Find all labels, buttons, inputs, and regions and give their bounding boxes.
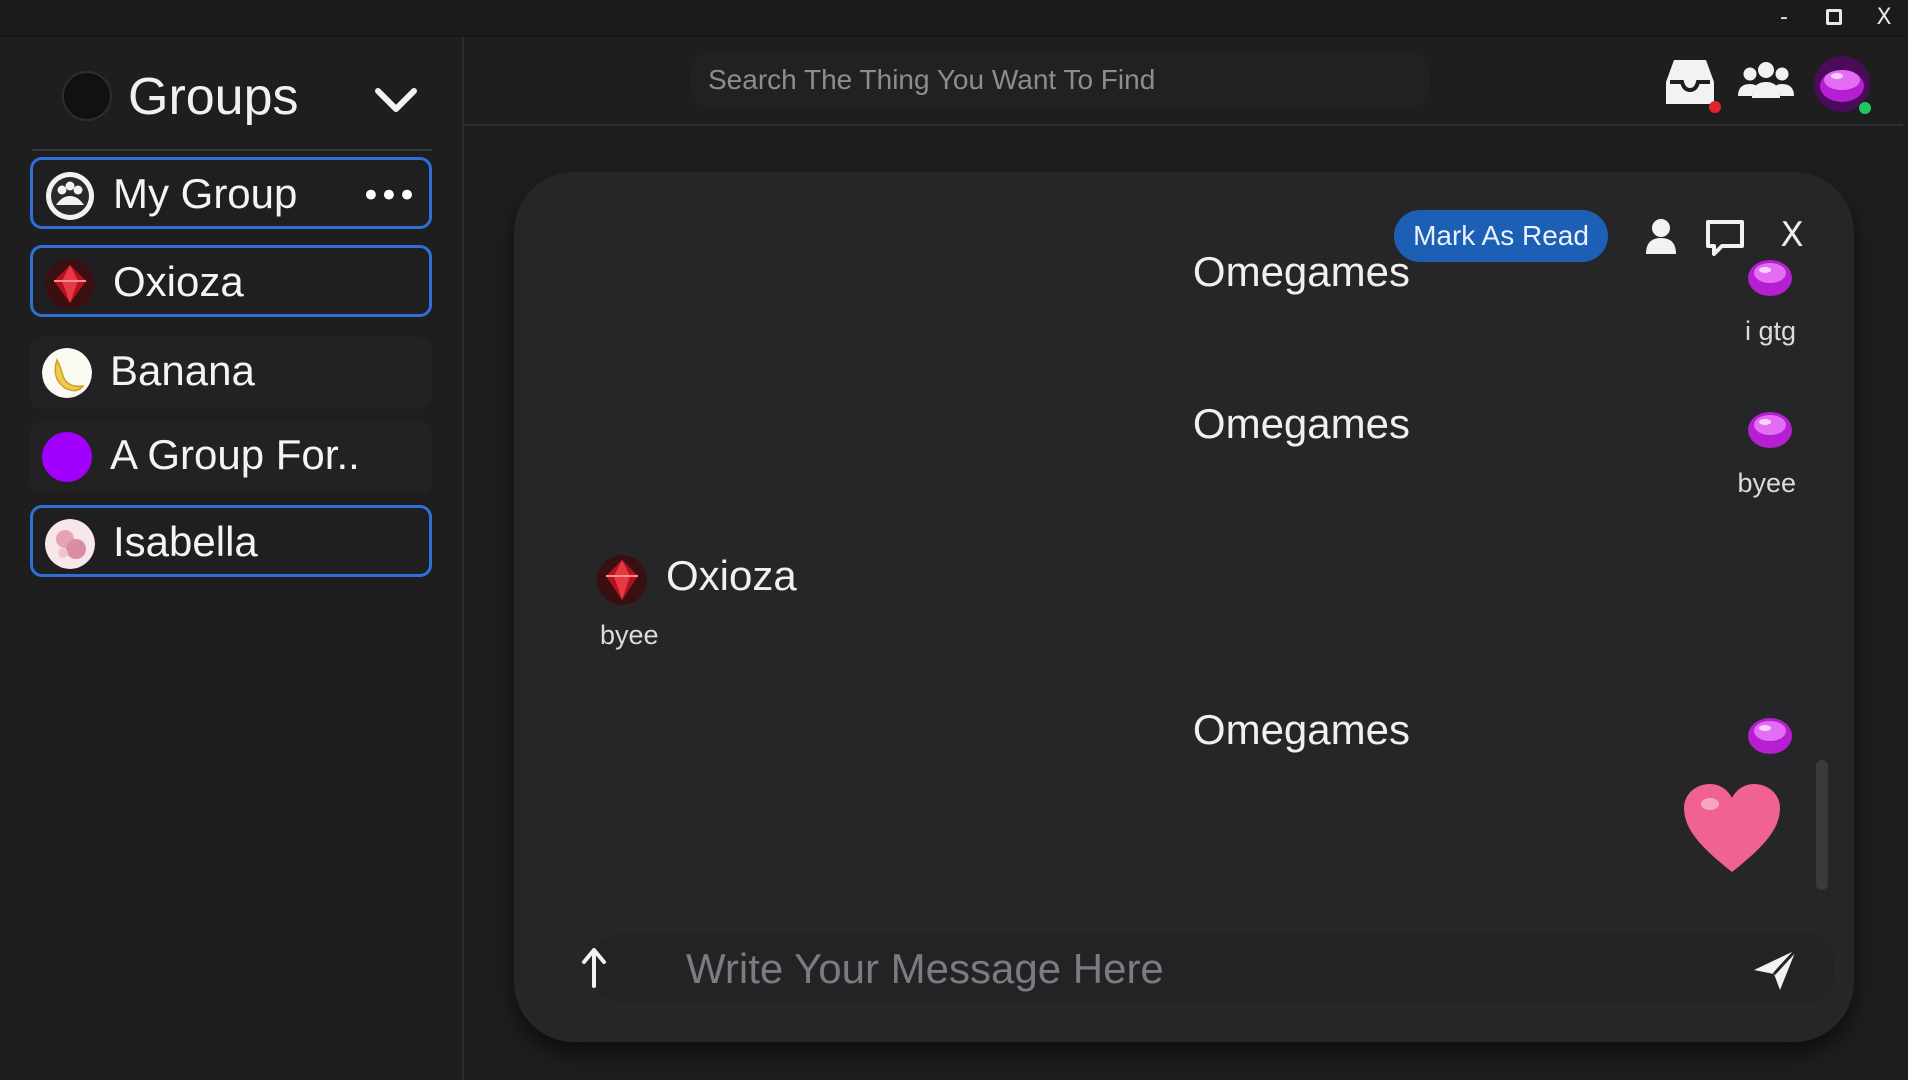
friends-icon[interactable] xyxy=(1734,52,1798,116)
group-item-label: Banana xyxy=(110,347,255,394)
message-text: byee xyxy=(1737,468,1796,498)
group-item-label: Isabella xyxy=(113,518,258,565)
groups-title: Groups xyxy=(128,68,299,126)
omegames-avatar-icon xyxy=(1748,260,1792,296)
chat-scrollbar[interactable] xyxy=(1816,760,1828,890)
message-author: Omegames xyxy=(1192,400,1410,447)
inbox-icon[interactable] xyxy=(1658,52,1722,116)
message-composer xyxy=(582,934,1834,1002)
message-author: Omegames xyxy=(1192,248,1410,295)
group-item-a-group-for[interactable]: A Group For.. xyxy=(30,421,432,493)
groups-avatar-icon xyxy=(62,71,112,121)
sidebar: Groups My Group ••• Oxioza Banana A Grou… xyxy=(0,37,464,1080)
group-item-oxioza[interactable]: Oxioza xyxy=(30,245,432,317)
oxioza-avatar-icon xyxy=(45,259,95,309)
top-divider xyxy=(463,124,1903,126)
mark-as-read-button[interactable]: Mark As Read xyxy=(1394,210,1608,262)
isabella-avatar-icon xyxy=(45,519,95,569)
groups-dropdown[interactable]: Groups xyxy=(32,49,432,151)
group-item-label: A Group For.. xyxy=(110,431,360,478)
heart-emoji-icon xyxy=(1684,784,1780,872)
window-titlebar: - X xyxy=(0,0,1908,37)
maximize-icon xyxy=(1826,9,1842,25)
close-window-button[interactable]: X xyxy=(1864,2,1904,34)
chat-bubble-icon[interactable] xyxy=(1700,212,1750,262)
profile-icon[interactable] xyxy=(1636,212,1686,262)
chat-panel: Mark As Read X Omegames i gtg Omegames b… xyxy=(514,172,1854,1042)
maximize-button[interactable] xyxy=(1814,2,1854,34)
user-avatar-icon[interactable] xyxy=(1812,52,1876,116)
minimize-button[interactable]: - xyxy=(1764,2,1804,34)
purple-group-avatar-icon xyxy=(42,432,92,482)
message-text: byee xyxy=(600,620,659,650)
group-people-icon xyxy=(46,172,94,220)
message-author: Oxioza xyxy=(666,552,797,599)
oxioza-avatar-icon xyxy=(597,555,647,605)
chevron-down-icon[interactable] xyxy=(370,73,422,125)
group-item-banana[interactable]: Banana xyxy=(30,337,432,409)
more-options-button[interactable]: ••• xyxy=(361,176,417,216)
upload-arrow-icon[interactable] xyxy=(572,942,616,994)
group-item-isabella[interactable]: Isabella xyxy=(30,505,432,577)
omegames-avatar-icon xyxy=(1748,718,1792,754)
search-placeholder: Search The Thing You Want To Find xyxy=(708,64,1156,95)
message-author: Omegames xyxy=(1192,706,1410,753)
search-bar[interactable]: Search The Thing You Want To Find xyxy=(690,52,1430,108)
message-input[interactable] xyxy=(684,940,1688,998)
group-item-my-group[interactable]: My Group ••• xyxy=(30,157,432,229)
group-item-label: Oxioza xyxy=(113,258,244,305)
message-text: i gtg xyxy=(1744,316,1796,346)
omegames-avatar-icon xyxy=(1748,412,1792,448)
send-icon[interactable] xyxy=(1750,944,1800,994)
group-item-label: My Group xyxy=(113,170,298,217)
banana-avatar-icon xyxy=(42,348,92,398)
